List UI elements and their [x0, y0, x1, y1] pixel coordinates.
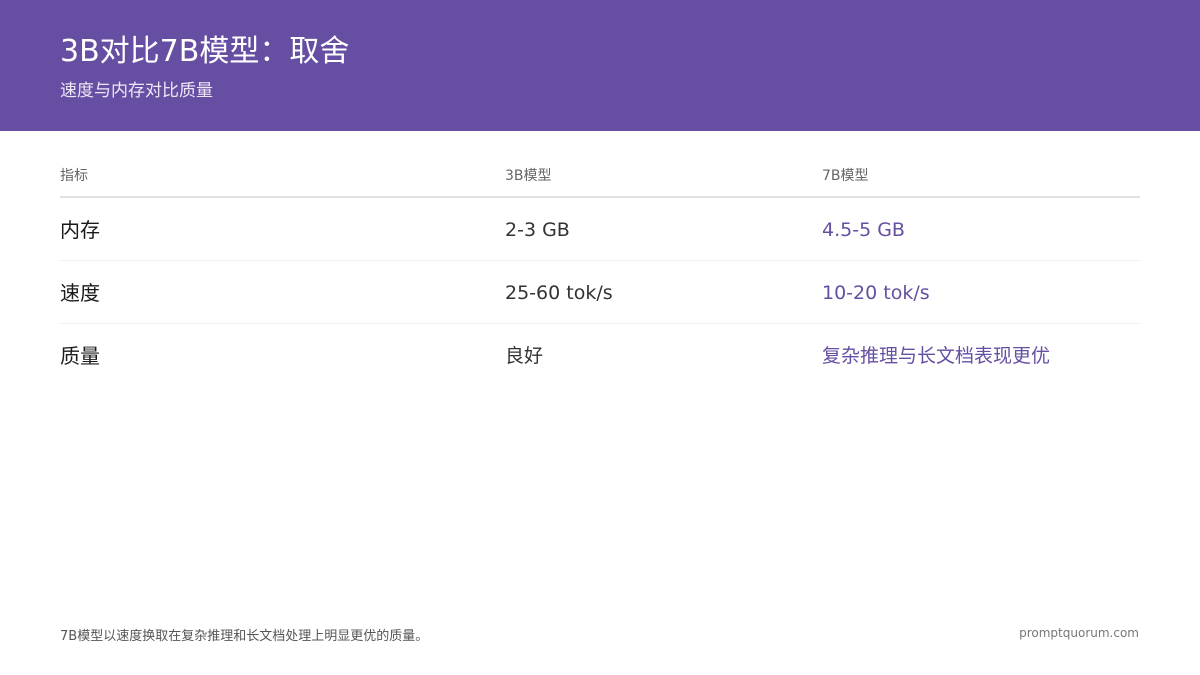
value-7b-cell: 4.5-5 GB [822, 219, 905, 241]
metric-cell: 内存 [60, 218, 100, 242]
value-3b-cell: 25-60 tok/s [505, 282, 613, 304]
page-subtitle: 速度与内存对比质量 [60, 81, 213, 101]
slide: 3B对比7B模型：取舍 速度与内存对比质量 指标 3B模型 7B模型 内存 2-… [0, 0, 1200, 675]
value-3b-cell: 2-3 GB [505, 219, 570, 241]
column-header-metric: 指标 [60, 168, 88, 184]
page-title: 3B对比7B模型：取舍 [60, 34, 350, 69]
table-row: 质量 良好 复杂推理与长文档表现更优 [60, 324, 1140, 386]
column-header-7b: 7B模型 [822, 168, 869, 184]
column-header-3b: 3B模型 [505, 168, 552, 184]
metric-cell: 速度 [60, 281, 100, 305]
metric-cell: 质量 [60, 344, 100, 368]
table-header: 指标 3B模型 7B模型 [60, 160, 1140, 198]
header-banner: 3B对比7B模型：取舍 速度与内存对比质量 [0, 0, 1200, 131]
value-3b-cell: 良好 [505, 345, 544, 367]
value-7b-cell: 复杂推理与长文档表现更优 [822, 345, 1051, 367]
table-row: 内存 2-3 GB 4.5-5 GB [60, 198, 1140, 261]
footer-note: 7B模型以速度换取在复杂推理和长文档处理上明显更优的质量。 [60, 629, 429, 644]
table-row: 速度 25-60 tok/s 10-20 tok/s [60, 261, 1140, 324]
value-7b-cell: 10-20 tok/s [822, 282, 930, 304]
comparison-table: 指标 3B模型 7B模型 内存 2-3 GB 4.5-5 GB 速度 25-60… [60, 160, 1140, 386]
footer-brand: promptquorum.com [1019, 626, 1139, 640]
